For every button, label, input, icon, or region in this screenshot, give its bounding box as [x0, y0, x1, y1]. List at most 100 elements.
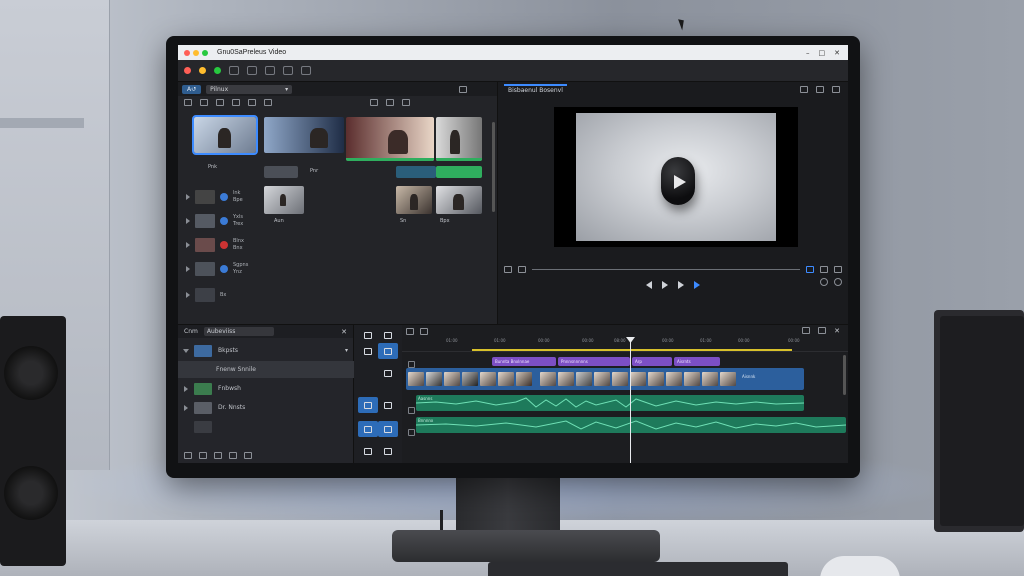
trash-icon[interactable] [244, 452, 252, 459]
scrub-track[interactable] [532, 268, 800, 270]
select-tool[interactable] [358, 327, 378, 343]
title-clip[interactable]: Aisrnts [674, 357, 720, 366]
expand-caret-icon[interactable] [186, 266, 190, 272]
media-dropdown[interactable]: Pilnux ▾ [206, 84, 293, 94]
viewer-tab[interactable]: Bisbaenul Bosenvl [504, 83, 567, 95]
project-dropdown[interactable]: Aubeviiss [203, 327, 274, 336]
list-item[interactable]: Blnx Bnx [186, 238, 244, 252]
sort-icon[interactable] [248, 99, 256, 106]
expand-caret-icon[interactable] [184, 404, 188, 411]
settings-icon[interactable] [802, 327, 811, 334]
hand-tool[interactable] [358, 397, 378, 413]
cut-icon[interactable] [265, 66, 275, 75]
link-icon[interactable] [420, 327, 428, 335]
settings-icon[interactable] [459, 85, 467, 93]
media-thumbnail[interactable] [192, 115, 258, 155]
list-item[interactable]: Bx [186, 288, 226, 302]
share-icon[interactable] [386, 99, 394, 106]
export-frame-icon[interactable] [820, 265, 828, 273]
tag-icon[interactable] [370, 99, 378, 106]
chevron-down-icon[interactable]: ▾ [345, 347, 348, 354]
list-item[interactable]: Sgpns Ynz [186, 262, 248, 276]
close-button[interactable]: ✕ [834, 49, 840, 57]
search-icon[interactable] [264, 99, 272, 106]
video-clip[interactable]: Aisnnk [406, 368, 804, 390]
roll-tool[interactable] [378, 421, 398, 437]
zoom-dot-icon[interactable] [202, 49, 208, 56]
expand-caret-icon[interactable] [186, 194, 190, 200]
media-tab[interactable]: Α↺ [182, 84, 202, 94]
in-out-range[interactable] [472, 349, 792, 351]
list-icon[interactable] [232, 99, 240, 106]
program-monitor[interactable] [554, 107, 798, 247]
import-icon[interactable] [184, 99, 192, 106]
calendar-icon[interactable] [229, 452, 237, 459]
trim-tool[interactable] [378, 327, 398, 343]
media-thumbnail[interactable] [436, 166, 482, 178]
slip-tool[interactable] [378, 343, 398, 359]
clock-icon[interactable] [820, 278, 828, 286]
zoom-tool[interactable] [378, 397, 398, 413]
green-dot-icon[interactable] [214, 67, 221, 74]
minimize-dot-icon[interactable] [193, 49, 199, 56]
list-icon[interactable] [199, 452, 207, 459]
media-thumbnail[interactable] [436, 186, 482, 214]
maximize-button[interactable]: □ [819, 49, 826, 57]
marker-icon[interactable] [504, 265, 512, 273]
title-clip[interactable]: Pnnnsnnnnns [558, 357, 630, 366]
project-row[interactable] [178, 418, 354, 435]
expand-caret-icon[interactable] [186, 242, 190, 248]
project-row[interactable]: Fnenw Snnile [178, 361, 354, 378]
media-thumbnail[interactable] [264, 117, 344, 153]
yellow-dot-icon[interactable] [199, 67, 206, 74]
close-icon[interactable]: ✕ [341, 328, 347, 336]
grid-icon[interactable] [214, 452, 222, 459]
expand-caret-icon[interactable] [184, 385, 188, 392]
media-scrollbar[interactable] [492, 122, 495, 212]
minimize-button[interactable]: – [806, 49, 810, 57]
viewer-scrubber[interactable] [504, 263, 842, 275]
in-point-icon[interactable] [518, 265, 526, 273]
timeline-ruler[interactable]: 01:00 01:00 00:00 00:00 08:00 00:00 01:0… [402, 338, 848, 352]
playhead[interactable] [630, 338, 631, 463]
folder-icon[interactable] [200, 99, 208, 106]
grid-icon[interactable] [816, 85, 824, 93]
media-thumbnail[interactable] [264, 166, 298, 178]
media-thumbnail[interactable] [264, 186, 304, 214]
link-icon[interactable] [283, 66, 293, 75]
expand-caret-icon[interactable] [186, 292, 190, 298]
project-row[interactable]: Bkpsts ▾ [178, 342, 354, 359]
project-tab[interactable]: Cnm [184, 328, 198, 335]
project-row[interactable]: Fnbwsh [178, 380, 354, 397]
timeline-scrollbar[interactable] [843, 355, 846, 395]
media-thumbnail[interactable] [346, 117, 434, 161]
title-clip[interactable]: Bunnta Bnxlnnae [492, 357, 556, 366]
loop-icon[interactable] [694, 281, 700, 289]
media-thumbnail[interactable] [396, 186, 432, 214]
export-icon[interactable] [301, 66, 311, 75]
pointer-tool[interactable] [378, 365, 398, 381]
out-point-icon[interactable] [806, 265, 814, 273]
wrench-icon[interactable] [834, 265, 842, 273]
lock-tool[interactable] [378, 443, 398, 459]
settings-icon[interactable] [832, 85, 840, 93]
play-button[interactable] [662, 281, 668, 289]
title-clip[interactable]: Arp [632, 357, 672, 366]
razor-tool[interactable] [358, 343, 378, 359]
media-thumbnail[interactable] [396, 166, 436, 178]
fullscreen-icon[interactable] [834, 278, 842, 286]
expand-caret-icon[interactable] [183, 348, 189, 353]
step-forward-icon[interactable] [678, 281, 684, 289]
audio-clip[interactable]: Bnnnnx [416, 417, 846, 433]
project-row[interactable]: Dr. Nnsts [178, 399, 354, 416]
step-back-icon[interactable] [646, 281, 652, 289]
play-icon[interactable] [661, 157, 695, 205]
maximize-icon[interactable] [818, 327, 827, 334]
expand-caret-icon[interactable] [186, 218, 190, 224]
ripple-tool[interactable] [358, 421, 378, 437]
media-thumbnail[interactable] [436, 117, 482, 161]
record-dot-icon[interactable] [184, 67, 191, 74]
snap-icon[interactable] [406, 327, 414, 335]
new-bin-icon[interactable] [184, 452, 192, 459]
audio-clip[interactable]: Aasnns [416, 395, 804, 411]
